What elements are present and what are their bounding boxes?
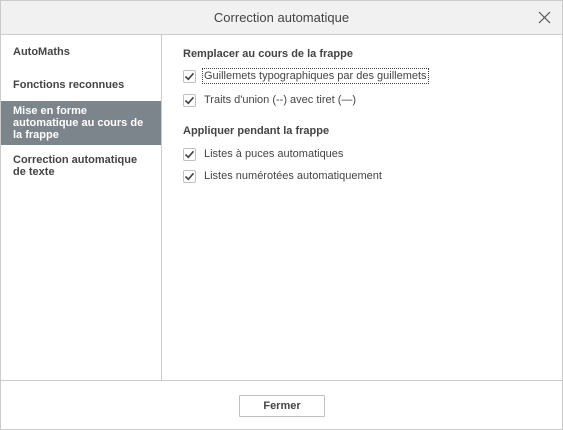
sidebar-item-label: Correction automatique de texte (13, 154, 138, 178)
sidebar-item-autoformat-as-you-type[interactable]: Mise en forme automatique au cours de la… (1, 101, 161, 145)
bullet-lists-label: Listes à puces automatiques (204, 148, 344, 160)
checkmark-icon (184, 96, 195, 104)
replace-section-title: Remplacer au cours de la frappe (183, 48, 353, 60)
sidebar-item-recognized-functions[interactable]: Fonctions reconnues (1, 69, 161, 101)
sidebar-item-text-autocorrect[interactable]: Correction automatique de texte (1, 149, 161, 183)
checkmark-icon (184, 72, 195, 80)
settings-panel: Remplacer au cours de la frappe Guilleme… (163, 35, 562, 380)
smart-quotes-label: Guillemets typographiques par des guille… (202, 68, 429, 84)
close-icon[interactable] (537, 10, 552, 25)
autocorrect-dialog: Correction automatique AutoMaths Fonctio… (0, 0, 563, 430)
sidebar: AutoMaths Fonctions reconnues Mise en fo… (1, 35, 162, 380)
numbered-lists-option[interactable]: Listes numérotées automatiquement (183, 168, 382, 184)
smart-quotes-option[interactable]: Guillemets typographiques par des guille… (183, 68, 429, 84)
sidebar-item-label: Fonctions reconnues (13, 79, 125, 91)
hyphens-dash-option[interactable]: Traits d'union (--) avec tiret (—) (183, 92, 356, 108)
bullet-lists-option[interactable]: Listes à puces automatiques (183, 146, 343, 162)
numbered-lists-checkbox[interactable] (183, 169, 196, 183)
dialog-title: Correction automatique (213, 10, 350, 25)
smart-quotes-checkbox[interactable] (183, 69, 196, 83)
dialog-titlebar: Correction automatique (1, 1, 562, 35)
apply-section-title: Appliquer pendant la frappe (183, 125, 330, 137)
sidebar-item-label: AutoMaths (13, 46, 70, 58)
hyphens-dash-label: Traits d'union (--) avec tiret (—) (204, 94, 357, 106)
dialog-footer: Fermer (1, 380, 562, 429)
hyphens-dash-checkbox[interactable] (183, 93, 196, 107)
checkmark-icon (184, 172, 195, 180)
numbered-lists-label: Listes numérotées automatiquement (204, 170, 382, 182)
checkmark-icon (184, 150, 195, 158)
bullet-lists-checkbox[interactable] (183, 147, 196, 161)
sidebar-item-label: Mise en forme automatique au cours de la… (13, 105, 144, 141)
sidebar-item-automaths[interactable]: AutoMaths (1, 35, 161, 69)
close-button[interactable]: Fermer (239, 395, 325, 417)
